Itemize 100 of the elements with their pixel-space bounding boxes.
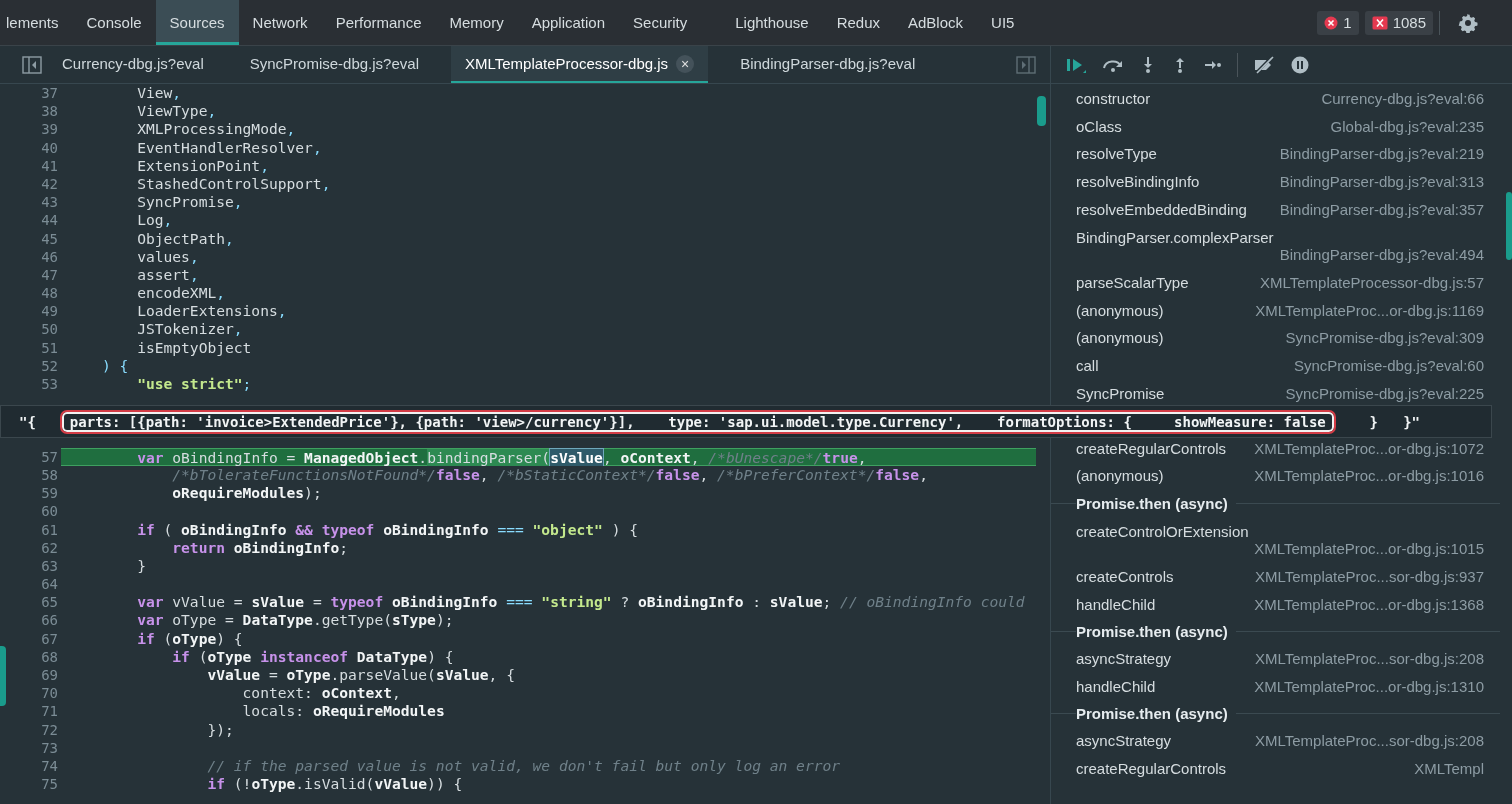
- file-tab[interactable]: XMLTemplateProcessor-dbg.js ×: [451, 46, 709, 83]
- code-line: context: oContext,: [241, 684, 401, 703]
- tab-label[interactable]: SyncPromise-dbg.js?eval: [249, 55, 419, 72]
- line-number: 57: [40, 447, 58, 466]
- scrollbar-thumb[interactable]: [1037, 96, 1046, 126]
- file-tab[interactable]: Currency-dbg.js?eval: [48, 46, 218, 83]
- call-frame[interactable]: asyncStrategy XMLTemplateProc...sor-dbg.js:208: [1051, 727, 1500, 755]
- error-count: 1: [1343, 14, 1352, 31]
- panel-tab[interactable]: lements: [0, 0, 73, 45]
- line-number: 66: [40, 611, 58, 630]
- code-line: });: [206, 720, 234, 739]
- code-line: var oBindingInfo = ManagedObject.bindingParser(sValue, oContext, /*bUnescape*/true,: [136, 448, 867, 465]
- line-number: 63: [40, 556, 58, 576]
- call-frame[interactable]: oClass Global-dbg.js?eval:235: [1051, 112, 1500, 141]
- code-line: XMLProcessingMode,: [136, 120, 296, 139]
- line-number: 58: [40, 465, 58, 485]
- close-button[interactable]: ×: [676, 54, 695, 73]
- sidebar-toggle-icon[interactable]: [1016, 56, 1036, 74]
- panel-tab[interactable]: Redux: [822, 0, 894, 45]
- panel-tab[interactable]: Sources: [155, 0, 239, 45]
- call-frame[interactable]: BindingParser.complexParser BindingParser-dbg.js?eval:494: [1051, 222, 1500, 269]
- code-line: JSTokenizer,: [136, 320, 243, 339]
- tab-label[interactable]: Currency-dbg.js?eval: [62, 55, 204, 72]
- code-line: View,: [136, 84, 182, 103]
- call-frame[interactable]: handleChild XMLTemplateProc...or-dbg.js:1310: [1051, 672, 1500, 701]
- code-line: Log,: [136, 211, 173, 230]
- code-line: }: [136, 556, 146, 576]
- code-line: if (oType) {: [136, 629, 243, 648]
- code-line: var oType = DataType.getType(sType);: [136, 611, 454, 630]
- error-badge[interactable]: 1: [1317, 10, 1359, 35]
- line-number: 52: [40, 356, 58, 375]
- call-frame[interactable]: createControls XMLTemplateProc...sor-dbg.js:937: [1051, 562, 1500, 591]
- call-frame[interactable]: SyncPromise SyncPromise-dbg.js?eval:225: [1051, 379, 1500, 407]
- code-line: "use strict";: [136, 375, 252, 394]
- line-number: 47: [40, 265, 58, 285]
- line-number: 38: [40, 102, 58, 121]
- panel-tab[interactable]: AdBlock: [894, 0, 978, 45]
- line-number: 62: [40, 538, 58, 557]
- panel-tab[interactable]: Application: [517, 0, 620, 45]
- code-line: StashedControlSupport,: [136, 174, 331, 194]
- call-frame[interactable]: constructor Currency-dbg.js?eval:66: [1051, 85, 1500, 113]
- pause-icon[interactable]: [1290, 54, 1310, 75]
- line-number: 49: [40, 302, 58, 321]
- line-number: 71: [40, 702, 58, 721]
- panel-tab[interactable]: Network: [238, 0, 322, 45]
- call-frame[interactable]: (anonymous) XMLTemplateProc...or-dbg.js:1169: [1051, 296, 1500, 325]
- error-icon: [1324, 15, 1339, 30]
- code-line: // if the parsed value is not valid, we don't fail but only log an error: [206, 756, 841, 776]
- line-number: 61: [40, 520, 58, 539]
- line-number: 67: [40, 629, 58, 648]
- code-line: locals: oRequireModules: [241, 702, 445, 721]
- code-line: ViewType,: [136, 102, 217, 121]
- code-line: ExtensionPoint,: [136, 156, 269, 175]
- sidebar-toggle-icon[interactable]: [22, 56, 42, 74]
- scrollbar-thumb[interactable]: [1506, 192, 1512, 260]
- file-tab[interactable]: SyncPromise-dbg.js?eval: [235, 46, 433, 83]
- issue-badge[interactable]: 1085: [1364, 10, 1433, 35]
- line-number: 64: [40, 575, 58, 594]
- line-number: 44: [40, 211, 58, 230]
- line-number: 48: [40, 284, 58, 303]
- code-line: if (!oType.isValid(vValue)) {: [206, 775, 463, 794]
- code-line: values,: [136, 247, 199, 266]
- panel-tab[interactable]: Console: [72, 0, 156, 45]
- file-tab[interactable]: BindingParser-dbg.js?eval: [726, 46, 930, 83]
- line-number: 74: [40, 756, 58, 776]
- panel-tab[interactable]: Memory: [435, 0, 518, 45]
- tab-label[interactable]: BindingParser-dbg.js?eval: [740, 55, 916, 72]
- call-frame[interactable]: (anonymous) XMLTemplateProc...or-dbg.js:1016: [1051, 462, 1500, 490]
- line-number: 59: [40, 484, 58, 503]
- tab-label[interactable]: XMLTemplateProcessor-dbg.js: [465, 55, 669, 72]
- panel-tab[interactable]: Performance: [321, 0, 436, 45]
- call-frame[interactable]: createRegularControls XMLTempl: [1051, 754, 1500, 783]
- panel-tab[interactable]: Security: [619, 0, 702, 45]
- panel-tab[interactable]: Lighthouse: [721, 0, 823, 45]
- line-number: 68: [40, 647, 58, 667]
- call-frame[interactable]: createRegularControls XMLTemplateProc...or-dbg.js:1072: [1051, 434, 1500, 463]
- line-number: 53: [40, 375, 58, 394]
- call-frame[interactable]: call SyncPromise-dbg.js?eval:60: [1051, 351, 1500, 380]
- settings-icon[interactable]: [1458, 12, 1478, 33]
- call-frame[interactable]: parseScalarType XMLTemplateProcessor-dbg.js:57: [1051, 268, 1500, 297]
- deactivate-breakpoints-icon[interactable]: [1252, 55, 1276, 74]
- call-frame[interactable]: handleChild XMLTemplateProc...or-dbg.js:1368: [1051, 590, 1500, 618]
- call-frame[interactable]: resolveBindingInfo BindingParser-dbg.js?eval:313: [1051, 167, 1500, 196]
- code-line: var vValue = sValue = typeof oBindingInfo === "string" ? oBindingInfo : sValue; // oBindingInfo could: [136, 593, 1025, 612]
- line-number: 37: [40, 84, 58, 103]
- line-number: 43: [40, 193, 58, 212]
- line-number: 70: [40, 684, 58, 703]
- call-frame[interactable]: asyncStrategy XMLTemplateProc...sor-dbg.js:208: [1051, 644, 1500, 673]
- code-line: ObjectPath,: [136, 229, 234, 248]
- panel-tab[interactable]: UI5: [977, 0, 1029, 45]
- call-frame[interactable]: resolveType BindingParser-dbg.js?eval:219: [1051, 140, 1500, 168]
- call-frame[interactable]: (anonymous) SyncPromise-dbg.js?eval:309: [1051, 324, 1500, 352]
- code-line: encodeXML,: [136, 284, 226, 303]
- code-line: SyncPromise,: [136, 193, 243, 212]
- call-frame[interactable]: createControlOrExtension XMLTemplateProc...or-dbg.js:1015: [1051, 516, 1500, 563]
- code-line: if (oType instanceof DataType) {: [171, 647, 454, 667]
- call-frame[interactable]: resolveEmbeddedBinding BindingParser-dbg.js?eval:357: [1051, 195, 1500, 223]
- line-number: 75: [40, 775, 58, 794]
- line-number: 46: [40, 247, 58, 266]
- line-number: 39: [40, 120, 58, 139]
